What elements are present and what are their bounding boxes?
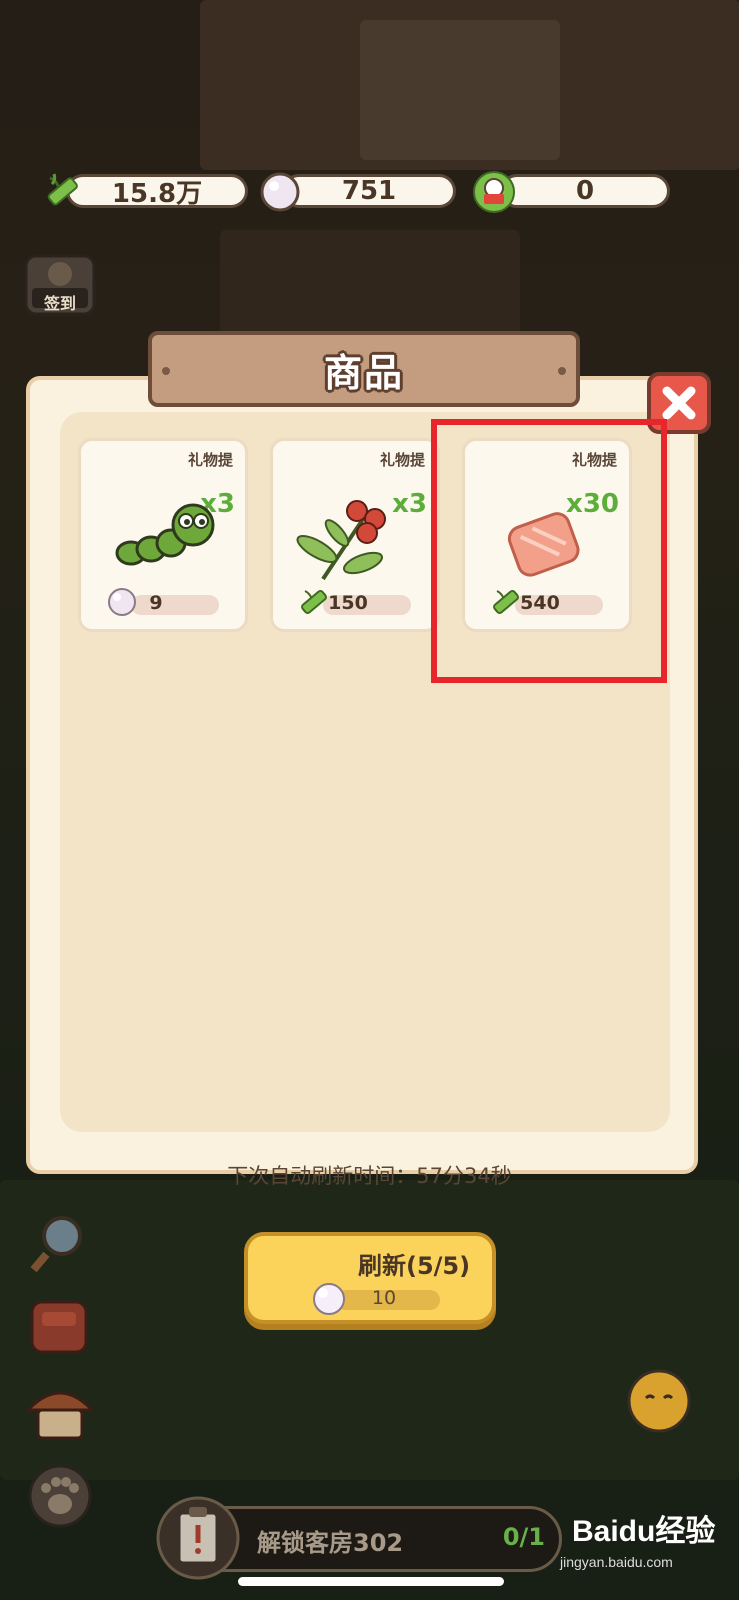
pearl-icon bbox=[260, 172, 300, 212]
item-tag: 礼物提 bbox=[187, 451, 233, 469]
refresh-label: 刷新(5/5) bbox=[358, 1252, 471, 1280]
refresh-button[interactable]: 刷新(5/5) 10 bbox=[244, 1232, 496, 1324]
bamboo-icon bbox=[47, 173, 78, 206]
highlight-box bbox=[431, 419, 667, 683]
home-indicator[interactable] bbox=[238, 1577, 504, 1586]
shop-item-card[interactable]: 礼物提 x3 9 bbox=[78, 438, 248, 632]
shop-title: 商品 bbox=[323, 350, 404, 395]
berry-plant-icon bbox=[296, 500, 386, 581]
ticket-amount: 0 bbox=[500, 174, 670, 208]
mushroom-house-button[interactable] bbox=[22, 1376, 98, 1444]
task-bar[interactable]: 解锁客房302 0/1 bbox=[156, 1496, 562, 1580]
item-price: 150 bbox=[328, 592, 368, 614]
shop-title-plank: 商品 bbox=[148, 331, 580, 407]
item-price: 9 bbox=[149, 592, 163, 614]
refresh-cost: 10 bbox=[371, 1287, 397, 1309]
checkin-label: 签到 bbox=[43, 294, 76, 313]
magnifier-icon bbox=[30, 1216, 82, 1273]
paw-button[interactable] bbox=[22, 1462, 98, 1530]
shop-item-card[interactable]: 礼物提 x3 150 bbox=[270, 438, 440, 632]
magnifier-button[interactable] bbox=[22, 1208, 98, 1276]
checkin-button[interactable]: 签到 bbox=[22, 250, 98, 318]
currency-pearls: 751 bbox=[258, 170, 458, 212]
backpack-button[interactable] bbox=[22, 1292, 98, 1360]
item-tag: 礼物提 bbox=[379, 451, 425, 469]
baidu-watermark: Baidu经验 bbox=[572, 1506, 715, 1550]
emoji-face-button[interactable] bbox=[626, 1368, 692, 1434]
currency-bamboo: 15.8万 bbox=[40, 170, 250, 212]
watermark-url: jingyan.baidu.com bbox=[560, 1554, 673, 1570]
caterpillar-icon bbox=[115, 503, 215, 566]
auto-refresh-timer: 下次自动刷新时间：57分34秒 bbox=[227, 1164, 512, 1188]
clipboard-icon bbox=[156, 1496, 240, 1580]
backpack-icon bbox=[30, 1300, 88, 1354]
paw-icon bbox=[28, 1464, 92, 1528]
watermark-logo: Baidu经验 bbox=[572, 1515, 716, 1548]
task-label: 解锁客房302 bbox=[257, 1529, 404, 1557]
bamboo-amount: 15.8万 bbox=[66, 174, 248, 209]
currency-tickets: 0 bbox=[472, 170, 672, 213]
guest-book-icon bbox=[473, 171, 515, 213]
mushroom-house-icon bbox=[24, 1391, 96, 1440]
pearl-icon bbox=[313, 1283, 345, 1315]
pearl-amount: 751 bbox=[282, 174, 456, 208]
smiley-icon bbox=[627, 1369, 691, 1433]
task-progress: 0/1 bbox=[502, 1523, 545, 1551]
